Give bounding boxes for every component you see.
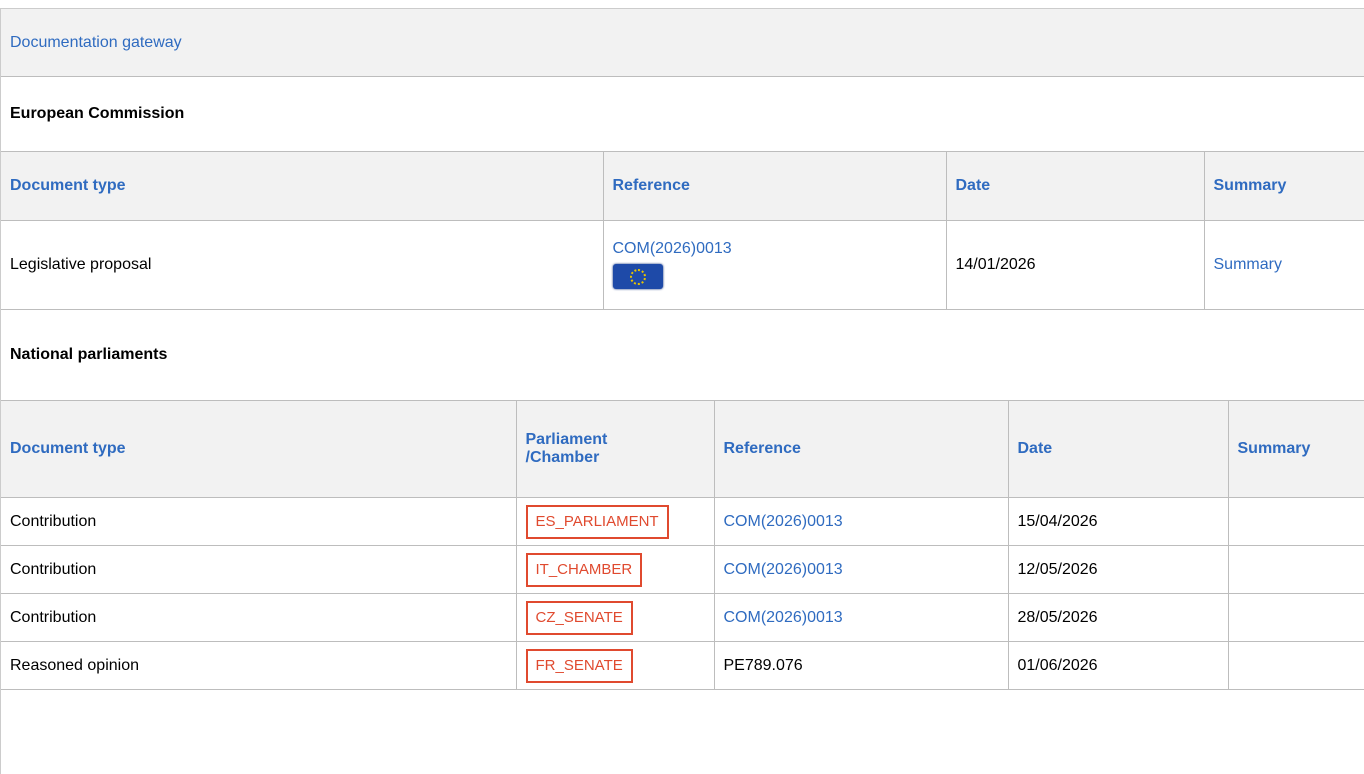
table-row: Contribution ES_PARLIAMENT COM(2026)0013… — [1, 497, 1364, 546]
date-cell: 14/01/2026 — [945, 220, 1205, 310]
document-type-cell: Legislative proposal — [1, 220, 604, 310]
commission-title: European Commission — [10, 105, 185, 122]
summary-link[interactable]: Summary — [1214, 256, 1282, 273]
col-date[interactable]: Date — [945, 151, 1205, 221]
date-cell: 12/05/2026 — [1007, 545, 1229, 594]
table-row: Contribution IT_CHAMBER COM(2026)0013 12… — [1, 545, 1364, 594]
col-reference[interactable]: Reference — [602, 151, 947, 221]
summary-cell: Summary — [1203, 220, 1364, 310]
parliament-chamber-label[interactable]: Parliament /Chamber — [526, 431, 636, 467]
commission-header-row: Document type Reference Date Summary — [1, 151, 1364, 221]
reference-link[interactable]: COM(2026)0013 — [613, 240, 937, 258]
parliament-cell: CZ_SENATE — [515, 593, 715, 642]
reference-text: PE789.076 — [723, 656, 803, 674]
documentation-gateway-panel: Documentation gateway European Commissio… — [0, 8, 1364, 774]
parliament-cell: IT_CHAMBER — [515, 545, 715, 594]
col-date[interactable]: Date — [1007, 400, 1229, 498]
gateway-header[interactable]: Documentation gateway — [1, 8, 1364, 77]
national-parliaments-table: Document type Parliament /Chamber Refere… — [1, 400, 1364, 690]
reference-link[interactable]: COM(2026)0013 — [724, 561, 843, 578]
summary-cell — [1227, 497, 1364, 546]
table-row: Reasoned opinion FR_SENATE PE789.076 01/… — [1, 641, 1364, 690]
reference-cell: COM(2026)0013 — [713, 593, 1009, 642]
document-type-cell: Contribution — [1, 497, 517, 546]
summary-cell — [1227, 545, 1364, 594]
chamber-tag[interactable]: CZ_SENATE — [525, 600, 633, 635]
national-section-title: National parliaments — [1, 310, 1364, 400]
date-cell: 28/05/2026 — [1007, 593, 1229, 642]
reference-cell: PE789.076 — [713, 641, 1009, 690]
parliament-cell: FR_SENATE — [515, 641, 715, 690]
table-row: Contribution CZ_SENATE COM(2026)0013 28/… — [1, 593, 1364, 642]
parliament-cell: ES_PARLIAMENT — [515, 497, 715, 546]
col-summary[interactable]: Summary — [1203, 151, 1364, 221]
eu-flag-icon[interactable] — [612, 264, 663, 289]
document-type-cell: Reasoned opinion — [1, 641, 517, 690]
date-cell: 15/04/2026 — [1007, 497, 1229, 546]
col-document-type[interactable]: Document type — [1, 400, 517, 498]
col-reference[interactable]: Reference — [713, 400, 1009, 498]
col-parliament-chamber[interactable]: Parliament /Chamber — [515, 400, 715, 498]
summary-cell — [1227, 593, 1364, 642]
table-row: Legislative proposal COM(2026)0013 14/01… — [1, 220, 1364, 310]
commission-table: Document type Reference Date Summary Leg… — [1, 151, 1364, 310]
document-type-cell: Contribution — [1, 593, 517, 642]
summary-cell — [1227, 641, 1364, 690]
reference-link[interactable]: COM(2026)0013 — [724, 609, 843, 626]
gateway-title[interactable]: Documentation gateway — [10, 34, 182, 52]
chamber-tag[interactable]: FR_SENATE — [525, 648, 633, 683]
date-cell: 01/06/2026 — [1007, 641, 1229, 690]
col-summary[interactable]: Summary — [1227, 400, 1364, 498]
national-title: National parliaments — [10, 346, 168, 363]
chamber-tag[interactable]: ES_PARLIAMENT — [525, 504, 669, 539]
document-type-cell: Contribution — [1, 545, 517, 594]
commission-section-title: European Commission — [1, 77, 1364, 151]
chamber-tag[interactable]: IT_CHAMBER — [525, 552, 643, 587]
reference-cell: COM(2026)0013 — [713, 545, 1009, 594]
national-header-row: Document type Parliament /Chamber Refere… — [1, 400, 1364, 498]
col-document-type[interactable]: Document type — [1, 151, 604, 221]
reference-link[interactable]: COM(2026)0013 — [724, 513, 843, 530]
reference-cell: COM(2026)0013 — [602, 220, 947, 310]
reference-cell: COM(2026)0013 — [713, 497, 1009, 546]
